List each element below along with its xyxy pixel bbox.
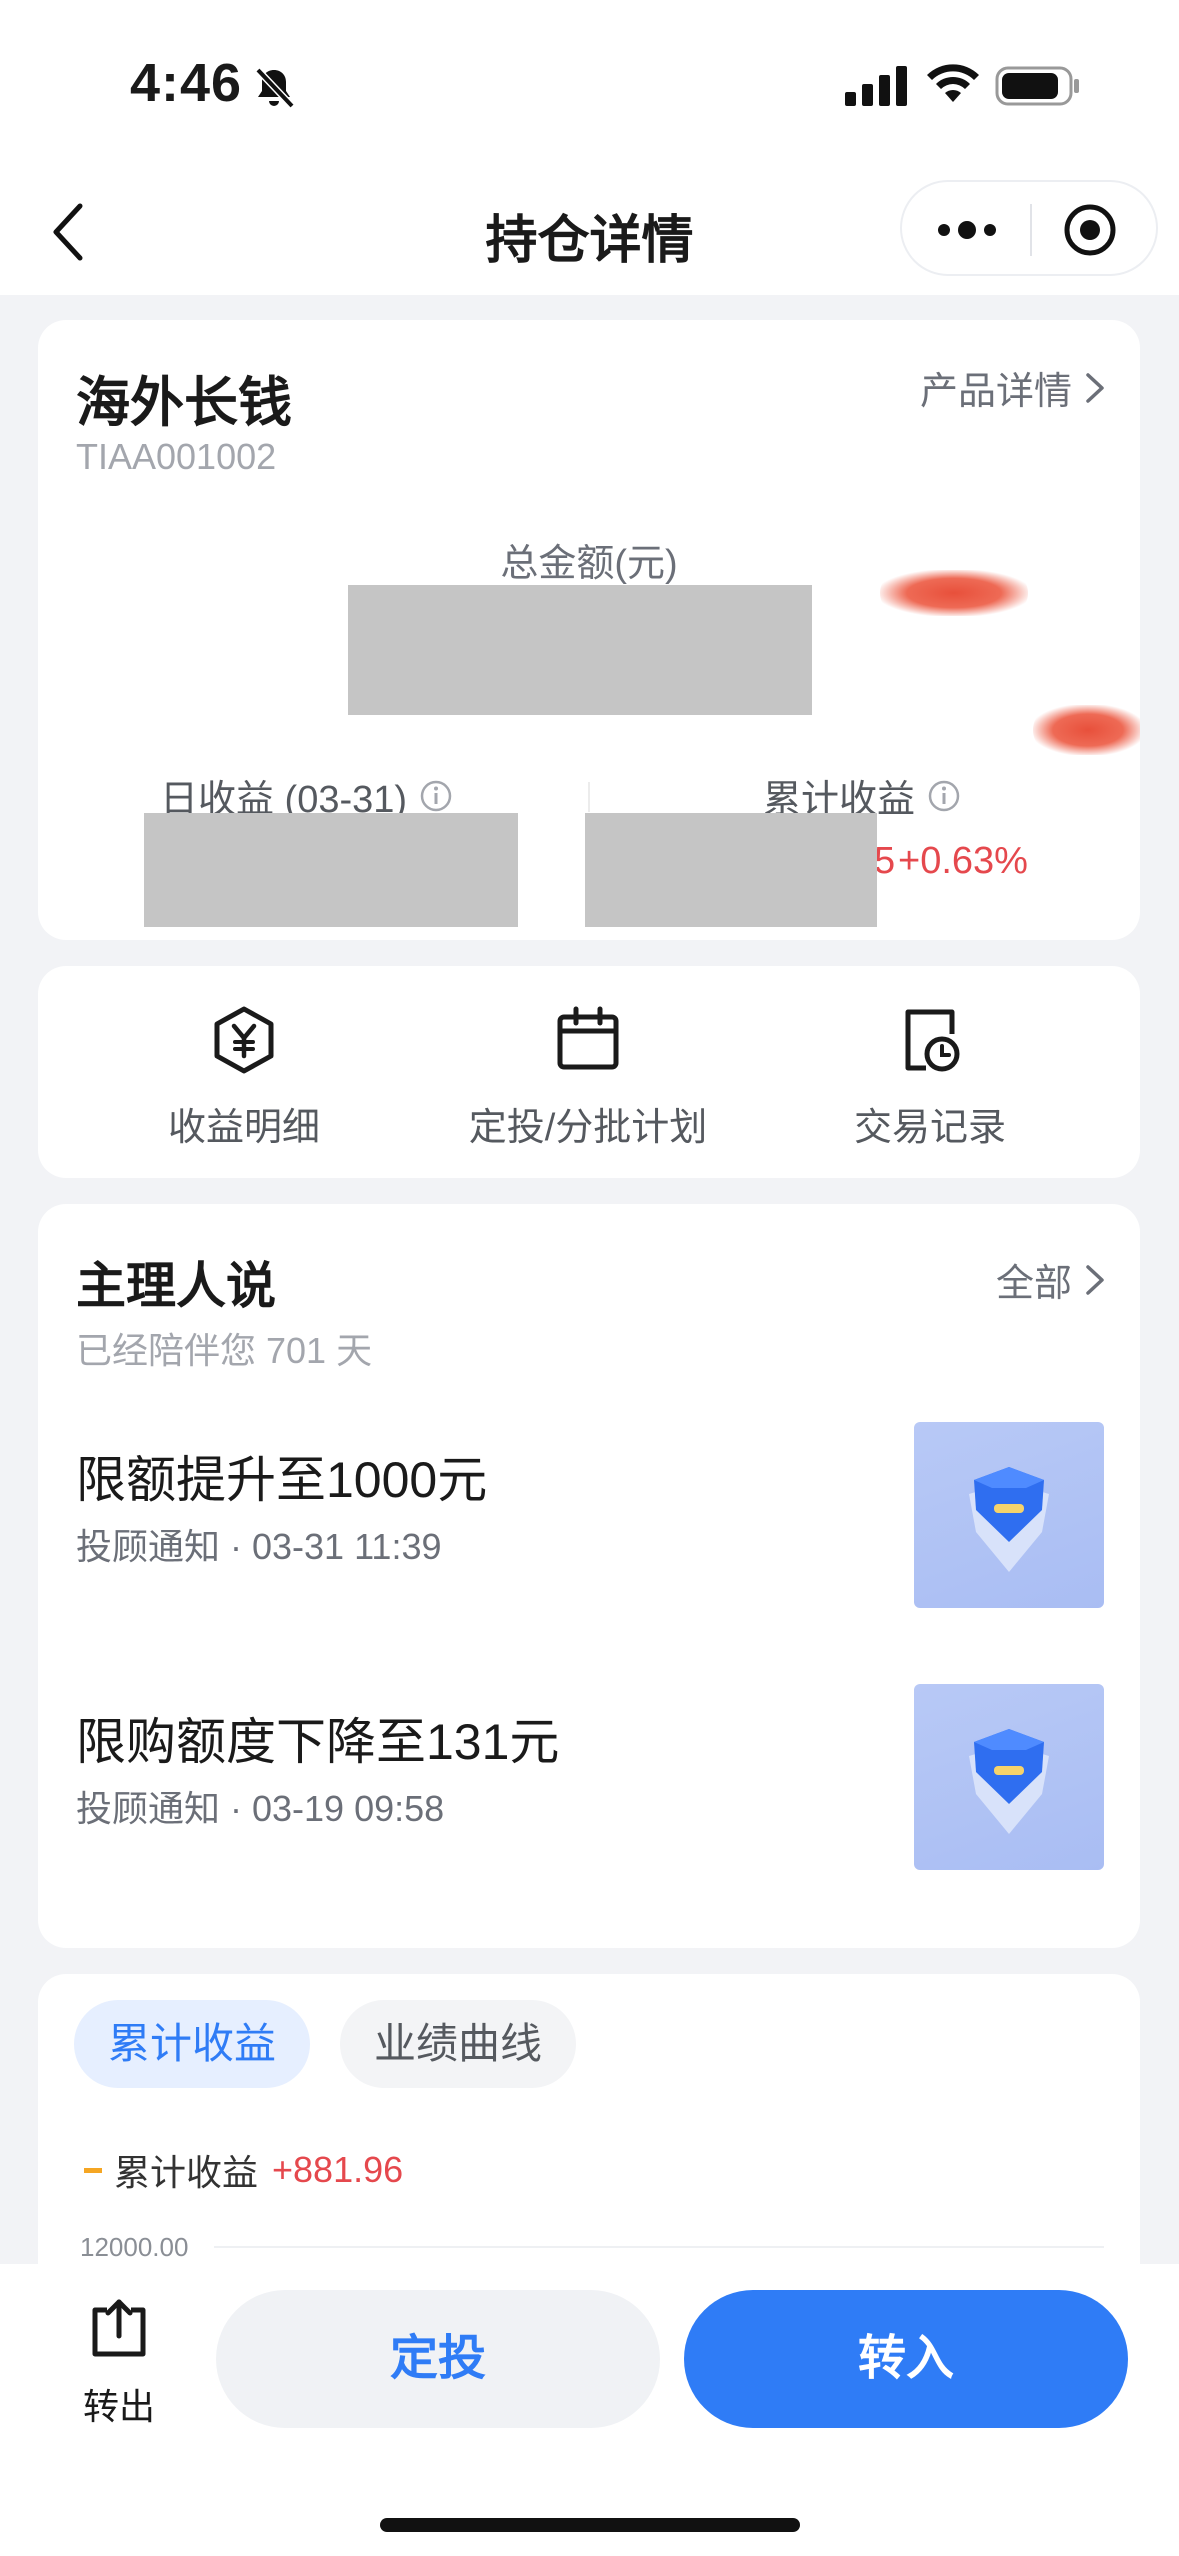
income-divider [588, 782, 590, 812]
yuan-hexagon-icon [214, 1006, 274, 1074]
cumulative-value-fragment: 5 [874, 840, 896, 882]
product-code: TIAA001002 [76, 436, 277, 477]
bell-muted-icon [255, 67, 295, 109]
manager-section-title: 主理人说 [76, 1258, 276, 1314]
bottom-action-bar: 转出 定投 转入 [0, 2264, 1179, 2556]
wifi-icon [927, 64, 979, 102]
cumulative-percent: +0.63% [898, 840, 1028, 882]
total-amount-redaction [348, 585, 812, 715]
capsule-divider [1030, 204, 1032, 256]
record-clock-icon [905, 1009, 960, 1072]
legend-label: 累计收益 [114, 2152, 259, 2193]
legend-value: +881.96 [272, 2149, 404, 2190]
y-axis-tick: 12000.00 [80, 2232, 189, 2262]
nav-bar: 持仓详情 [0, 170, 1179, 295]
cellular-signal-icon [845, 66, 907, 106]
product-name: 海外长钱 [76, 373, 292, 433]
quick-action-label: 定投/分批计划 [468, 1107, 708, 1149]
auto-invest-button[interactable]: 定投 [216, 2290, 660, 2428]
daily-income-redaction [144, 813, 518, 927]
post-thumbnail [914, 1422, 1104, 1608]
post-meta: 投顾通知 · 03-19 09:58 [76, 1788, 445, 1829]
chart-legend: 累计收益 +881.96 [84, 2144, 403, 2196]
post-title: 限购额度下降至131元 [76, 1714, 560, 1770]
info-icon[interactable] [419, 779, 453, 813]
quick-action-income-detail[interactable]: 收益明细 [94, 1004, 394, 1151]
transfer-in-button[interactable]: 转入 [684, 2290, 1128, 2428]
transfer-out-label: 转出 [82, 2386, 155, 2427]
status-time: 4:46 [130, 53, 243, 113]
quick-action-trade-records[interactable]: 交易记录 [780, 1004, 1080, 1151]
post-thumbnail [914, 1684, 1104, 1870]
view-all-label: 全部 [995, 1263, 1072, 1305]
chevron-right-icon [1086, 372, 1104, 403]
home-indicator [380, 2518, 800, 2532]
manager-post-item[interactable]: 限购额度下降至131元 投顾通知 · 03-19 09:58 [38, 1668, 1140, 1870]
upload-box-icon [92, 2299, 146, 2357]
post-title: 限额提升至1000元 [76, 1452, 488, 1508]
chevron-right-icon [1086, 1264, 1104, 1295]
status-bar: 4:46 [0, 0, 1179, 170]
battery-icon [995, 66, 1079, 106]
shield-badge-icon [969, 1729, 1049, 1834]
transfer-out-button[interactable]: 转出 [60, 2294, 178, 2430]
post-meta: 投顾通知 · 03-31 11:39 [76, 1526, 442, 1567]
quick-actions-card: 收益明细 定投/分批计划 交易记录 [38, 966, 1140, 1178]
miniprogram-capsule [900, 180, 1158, 276]
companion-days: 已经陪伴您 701 天 [76, 1330, 373, 1371]
view-all-link[interactable]: 全部 [996, 1252, 1106, 1307]
manager-post-item[interactable]: 限额提升至1000元 投顾通知 · 03-31 11:39 [38, 1406, 1140, 1608]
info-icon[interactable] [927, 779, 961, 813]
more-dots-icon[interactable] [932, 212, 1002, 248]
quick-action-label: 交易记录 [853, 1107, 1006, 1149]
legend-swatch [84, 2167, 102, 2173]
cumulative-income-redaction [585, 813, 877, 927]
scribble-redaction [1033, 705, 1140, 755]
tab-performance-curve[interactable]: 业绩曲线 [340, 2000, 577, 2088]
product-detail-label: 产品详情 [919, 371, 1072, 413]
manager-notes-card: 主理人说 已经陪伴您 701 天 全部 限额提升至1000元 投顾通知 · 03… [38, 1204, 1140, 1948]
chart-gridline [214, 2246, 1104, 2248]
tab-cumulative-income[interactable]: 累计收益 [74, 2000, 311, 2088]
scribble-redaction [880, 570, 1028, 616]
quick-action-label: 收益明细 [167, 1107, 320, 1149]
holding-summary-card: 海外长钱 TIAA001002 产品详情 总金额(元) 日收益 (03-31) … [38, 320, 1140, 940]
shield-badge-icon [969, 1467, 1049, 1572]
product-detail-link[interactable]: 产品详情 [920, 360, 1106, 415]
close-target-icon[interactable] [1062, 202, 1118, 258]
quick-action-auto-invest-plan[interactable]: 定投/分批计划 [438, 1004, 738, 1151]
calendar-icon [557, 1006, 619, 1070]
